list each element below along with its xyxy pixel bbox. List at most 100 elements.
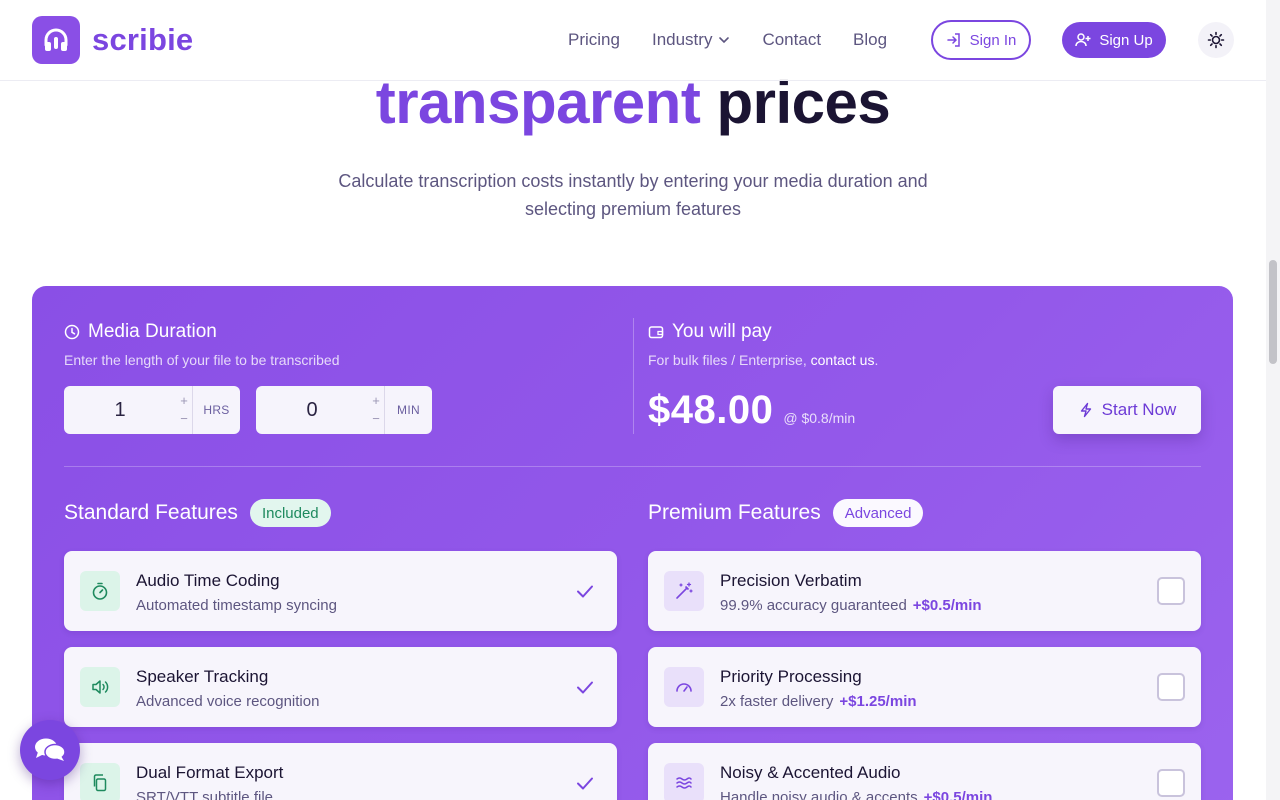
minutes-increment-button[interactable]: +: [372, 392, 380, 410]
hours-input[interactable]: 1: [64, 386, 176, 434]
price-rate: @ $0.8/min: [783, 410, 856, 426]
minutes-input-group: 0 + − MIN: [256, 386, 432, 434]
site-header: scribie Pricing Industry Contact Blog Si…: [0, 0, 1266, 81]
feature-card-noisy-accented-audio[interactable]: Noisy & Accented Audio Handle noisy audi…: [648, 743, 1201, 800]
advanced-badge: Advanced: [832, 499, 924, 527]
feature-checkbox[interactable]: [1157, 577, 1185, 605]
standard-features-heading: Standard Features Included: [64, 499, 331, 527]
media-duration-title: Media Duration: [64, 321, 217, 343]
gauge-icon: [664, 667, 704, 707]
hours-decrement-button[interactable]: −: [180, 410, 188, 428]
feature-name: Speaker Tracking: [136, 667, 269, 686]
feature-desc: Advanced voice recognition: [136, 693, 320, 710]
check-icon: [577, 681, 593, 694]
included-badge: Included: [249, 499, 331, 527]
feature-checkbox[interactable]: [1157, 769, 1185, 797]
feature-desc: SRT/VTT subtitle file: [136, 789, 273, 800]
feature-card-audio-time-coding: Audio Time Coding Automated timestamp sy…: [64, 551, 617, 631]
nav-pricing[interactable]: Pricing: [568, 30, 620, 50]
feature-desc: Handle noisy audio & accents +$0.5/min: [720, 789, 992, 800]
logo[interactable]: scribie: [32, 16, 193, 64]
hours-input-group: 1 + − HRS: [64, 386, 240, 434]
page-scrollbar[interactable]: [1266, 0, 1280, 800]
you-will-pay-hint-prefix: For bulk files / Enterprise,: [648, 352, 811, 368]
standard-features-title: Standard Features: [64, 501, 238, 524]
copy-icon: [80, 763, 120, 800]
wallet-icon: [648, 326, 664, 339]
price-display: $48.00 @ $0.8/min: [648, 388, 855, 433]
page-subtitle: Calculate transcription costs instantly …: [0, 167, 1266, 223]
check-icon: [577, 585, 593, 598]
you-will-pay-hint: For bulk files / Enterprise, contact us.: [648, 352, 878, 368]
feature-addon-price: +$0.5/min: [912, 597, 982, 614]
contact-us-link[interactable]: contact us: [811, 352, 875, 368]
feature-desc: Automated timestamp syncing: [136, 597, 337, 614]
nav-pricing-label: Pricing: [568, 30, 620, 49]
login-icon: [946, 33, 960, 47]
nav-blog[interactable]: Blog: [853, 30, 887, 50]
feature-card-priority-processing[interactable]: Priority Processing 2x faster delivery +$…: [648, 647, 1201, 727]
feature-name: Dual Format Export: [136, 763, 284, 782]
section-divider-horizontal: [64, 466, 1201, 467]
sign-up-button[interactable]: Sign Up: [1062, 22, 1166, 58]
hours-increment-button[interactable]: +: [180, 392, 188, 410]
premium-features-title: Premium Features: [648, 501, 821, 524]
sign-in-button[interactable]: Sign In: [931, 20, 1031, 60]
feature-desc-text: Handle noisy audio & accents: [720, 789, 918, 800]
sun-icon: [1207, 31, 1225, 49]
hours-stepper: + −: [176, 386, 192, 434]
media-duration-hint: Enter the length of your file to be tran…: [64, 352, 340, 368]
start-now-label: Start Now: [1101, 400, 1177, 419]
you-will-pay-title-text: You will pay: [672, 321, 772, 342]
feature-desc: 2x faster delivery +$1.25/min: [720, 693, 917, 710]
logo-text: scribie: [92, 22, 194, 57]
page-subtitle-line-1: Calculate transcription costs instantly …: [338, 171, 928, 191]
page-subtitle-line-2: selecting premium features: [524, 199, 742, 219]
feature-desc-text: 2x faster delivery: [720, 693, 834, 710]
nav-industry-label: Industry: [651, 30, 713, 49]
feature-name: Precision Verbatim: [720, 571, 862, 590]
minutes-decrement-button[interactable]: −: [372, 410, 380, 428]
stopwatch-icon: [80, 571, 120, 611]
start-now-button[interactable]: Start Now: [1053, 386, 1201, 434]
lightning-icon: [1080, 402, 1091, 418]
scrollbar-thumb[interactable]: [1269, 260, 1277, 364]
feature-addon-price: +$1.25/min: [839, 693, 917, 710]
theme-toggle-button[interactable]: [1198, 22, 1234, 58]
section-divider-vertical: [633, 318, 634, 434]
main-nav: Pricing Industry Contact Blog: [568, 20, 919, 60]
minutes-input[interactable]: 0: [256, 386, 368, 434]
media-duration-title-text: Media Duration: [88, 321, 217, 342]
nav-blog-label: Blog: [853, 30, 888, 49]
chevron-down-icon: [719, 37, 730, 44]
headphones-icon: [32, 16, 80, 64]
user-plus-icon: [1075, 33, 1091, 47]
hours-unit-label: HRS: [192, 386, 240, 434]
feature-addon-price: +$0.5/min: [923, 789, 993, 800]
nav-industry[interactable]: Industry: [652, 30, 730, 50]
feature-card-precision-verbatim[interactable]: Precision Verbatim 99.9% accuracy guaran…: [648, 551, 1201, 631]
nav-contact-label: Contact: [762, 30, 822, 49]
chat-widget-button[interactable]: [20, 720, 80, 780]
waves-icon: [664, 763, 704, 800]
clock-icon: [64, 324, 80, 340]
price-calculator-card: Media Duration Enter the length of your …: [32, 286, 1233, 800]
price-amount: $48.00: [648, 388, 774, 432]
feature-desc-text: 99.9% accuracy guaranteed: [720, 597, 907, 614]
feature-checkbox[interactable]: [1157, 673, 1185, 701]
minutes-stepper: + −: [368, 386, 384, 434]
premium-features-heading: Premium Features Advanced: [648, 499, 924, 527]
you-will-pay-title: You will pay: [648, 321, 772, 343]
feature-name: Priority Processing: [720, 667, 862, 686]
nav-contact[interactable]: Contact: [762, 30, 821, 50]
feature-desc: 99.9% accuracy guaranteed +$0.5/min: [720, 597, 982, 614]
magic-wand-icon: [664, 571, 704, 611]
feature-card-dual-format-export: Dual Format Export SRT/VTT subtitle file: [64, 743, 617, 800]
check-icon: [577, 777, 593, 790]
sign-in-label: Sign In: [969, 31, 1017, 49]
you-will-pay-hint-suffix: .: [874, 352, 879, 368]
feature-name: Noisy & Accented Audio: [720, 763, 901, 782]
speaker-icon: [80, 667, 120, 707]
feature-name: Audio Time Coding: [136, 571, 280, 590]
sign-up-label: Sign Up: [1099, 31, 1153, 49]
